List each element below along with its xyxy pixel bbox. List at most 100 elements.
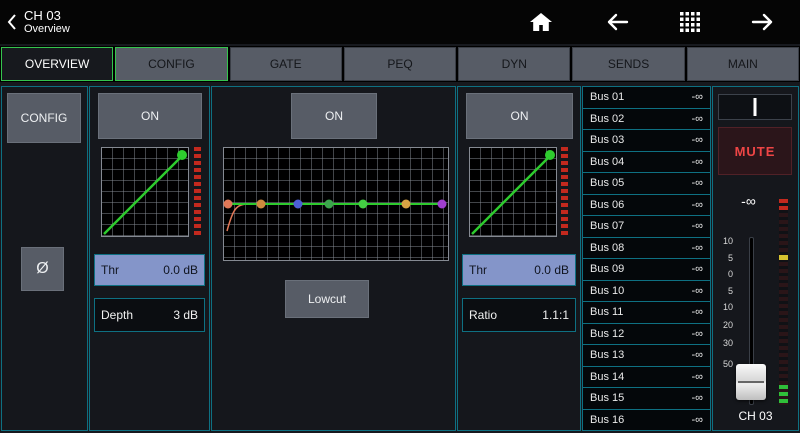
eq-section: ON [211,86,456,431]
tab-config[interactable]: CONFIG [115,47,227,81]
lowcut-button[interactable]: Lowcut [285,280,369,318]
fader-scale-label: 10 [713,236,733,246]
eq-band-handle[interactable] [438,200,447,209]
dyn-ratio-label: Ratio [469,308,497,322]
bus-send-row[interactable]: Bus 07 -∞ [582,215,711,238]
bus-send-row[interactable]: Bus 16 -∞ [582,409,711,432]
back-chevron-icon [6,11,18,33]
channel-meter [779,199,788,405]
dyn-on-button[interactable]: ON [466,93,573,139]
keypad-icon [680,12,700,32]
eq-on-button[interactable]: ON [291,93,377,139]
bus-name: Bus 03 [590,134,624,146]
fader-scale-label: 10 [713,302,733,312]
sends-section: Bus 01 -∞ Bus 02 -∞ Bus 03 -∞ Bus 04 -∞ [582,86,711,431]
tab-peq[interactable]: PEQ [344,47,456,81]
config-button[interactable]: CONFIG [7,93,81,143]
eq-band-handle[interactable] [402,200,411,209]
gate-on-button[interactable]: ON [98,93,202,139]
gate-depth-field[interactable]: Depth 3 dB [94,298,205,332]
bus-send-row[interactable]: Bus 03 -∞ [582,129,711,152]
gate-depth-value: 3 dB [173,308,198,322]
channel-header[interactable]: CH 03 Overview [6,8,70,36]
bus-name: Bus 10 [590,285,624,297]
prev-channel-button[interactable] [604,12,630,32]
bus-send-row[interactable]: Bus 15 -∞ [582,387,711,410]
bus-name: Bus 04 [590,156,624,168]
fader-scale-label: 0 [713,269,733,279]
dyn-threshold-label: Thr [469,263,487,277]
tab-gate[interactable]: GATE [230,47,342,81]
eq-band-handle[interactable] [325,200,334,209]
bus-send-row[interactable]: Bus 01 -∞ [582,86,711,109]
tab-sends[interactable]: SENDS [572,47,684,81]
eq-band-handle[interactable] [293,200,302,209]
eq-band-handle[interactable] [359,200,368,209]
bus-send-level: -∞ [691,134,703,146]
gate-transfer-graph[interactable] [101,147,189,237]
bus-send-row[interactable]: Bus 08 -∞ [582,237,711,260]
tab-main[interactable]: MAIN [687,47,799,81]
dyn-transfer-graph[interactable] [469,147,557,237]
tab-overview[interactable]: OVERVIEW [1,47,113,81]
bus-name: Bus 14 [590,371,624,383]
bus-send-row[interactable]: Bus 09 -∞ [582,258,711,281]
gate-depth-label: Depth [101,308,133,322]
bus-name: Bus 16 [590,414,624,426]
bus-send-level: -∞ [691,285,703,297]
eq-band-handle[interactable] [257,200,266,209]
bus-send-row[interactable]: Bus 11 -∞ [582,301,711,324]
page-name: Overview [24,23,70,36]
bus-name: Bus 12 [590,328,624,340]
gate-threshold-value: 0.0 dB [163,263,198,277]
bus-name: Bus 02 [590,113,624,125]
next-channel-button[interactable] [750,12,776,32]
home-button[interactable] [528,10,554,34]
gate-threshold-field[interactable]: Thr 0.0 dB [94,254,205,286]
bus-send-row[interactable]: Bus 14 -∞ [582,366,711,389]
dyn-ratio-value: 1.1:1 [542,308,569,322]
bus-send-level: -∞ [691,242,703,254]
bus-send-level: -∞ [691,414,703,426]
tab-bar: OVERVIEW CONFIG GATE PEQ DYN SENDS MAIN [0,46,800,82]
bus-send-level: -∞ [691,156,703,168]
arrow-left-icon [604,12,630,32]
keypad-button[interactable] [680,12,700,32]
gate-section: ON Thr 0.0 dB Depth 3 dB [89,86,210,431]
bus-send-row[interactable]: Bus 05 -∞ [582,172,711,195]
bus-send-row[interactable]: Bus 04 -∞ [582,151,711,174]
meter-yellow-segment [779,255,788,260]
top-bar: CH 03 Overview [0,0,800,44]
dyn-threshold-field[interactable]: Thr 0.0 dB [462,254,576,286]
bus-name: Bus 08 [590,242,624,254]
bus-send-row[interactable]: Bus 06 -∞ [582,194,711,217]
bus-send-level: -∞ [691,91,703,103]
bus-send-row[interactable]: Bus 10 -∞ [582,280,711,303]
fader-scale-label: 30 [713,338,733,348]
bus-send-level: -∞ [691,392,703,404]
fader-scale-label: 50 [713,359,733,369]
overview-content: CONFIG Ø ON Thr 0.0 dB Depth 3 dB [0,84,800,433]
bus-send-level: -∞ [691,371,703,383]
bus-send-level: -∞ [691,306,703,318]
mixer-app: CH 03 Overview [0,0,800,433]
dyn-section: ON Thr 0.0 dB Ratio 1.1:1 [457,86,581,431]
phase-invert-button[interactable]: Ø [21,247,64,291]
fader-scale: 10 5 0 5 10 20 30 50 [713,87,735,430]
channel-name: CH 03 [24,8,70,23]
channel-strip: MUTE -∞ 10 5 0 5 10 20 30 50 [712,86,799,431]
eq-band-handle[interactable] [223,200,232,209]
gate-meter [194,147,201,237]
bus-send-row[interactable]: Bus 13 -∞ [582,344,711,367]
strip-channel-label: CH 03 [713,409,798,423]
dyn-meter [561,147,568,237]
dyn-ratio-field[interactable]: Ratio 1.1:1 [462,298,576,332]
bus-name: Bus 13 [590,349,624,361]
tab-dyn[interactable]: DYN [458,47,570,81]
bus-send-row[interactable]: Bus 02 -∞ [582,108,711,131]
meter-green-segments [779,383,788,403]
dyn-threshold-value: 0.0 dB [534,263,569,277]
home-icon [528,10,554,34]
bus-send-row[interactable]: Bus 12 -∞ [582,323,711,346]
fader-handle[interactable] [736,364,766,400]
